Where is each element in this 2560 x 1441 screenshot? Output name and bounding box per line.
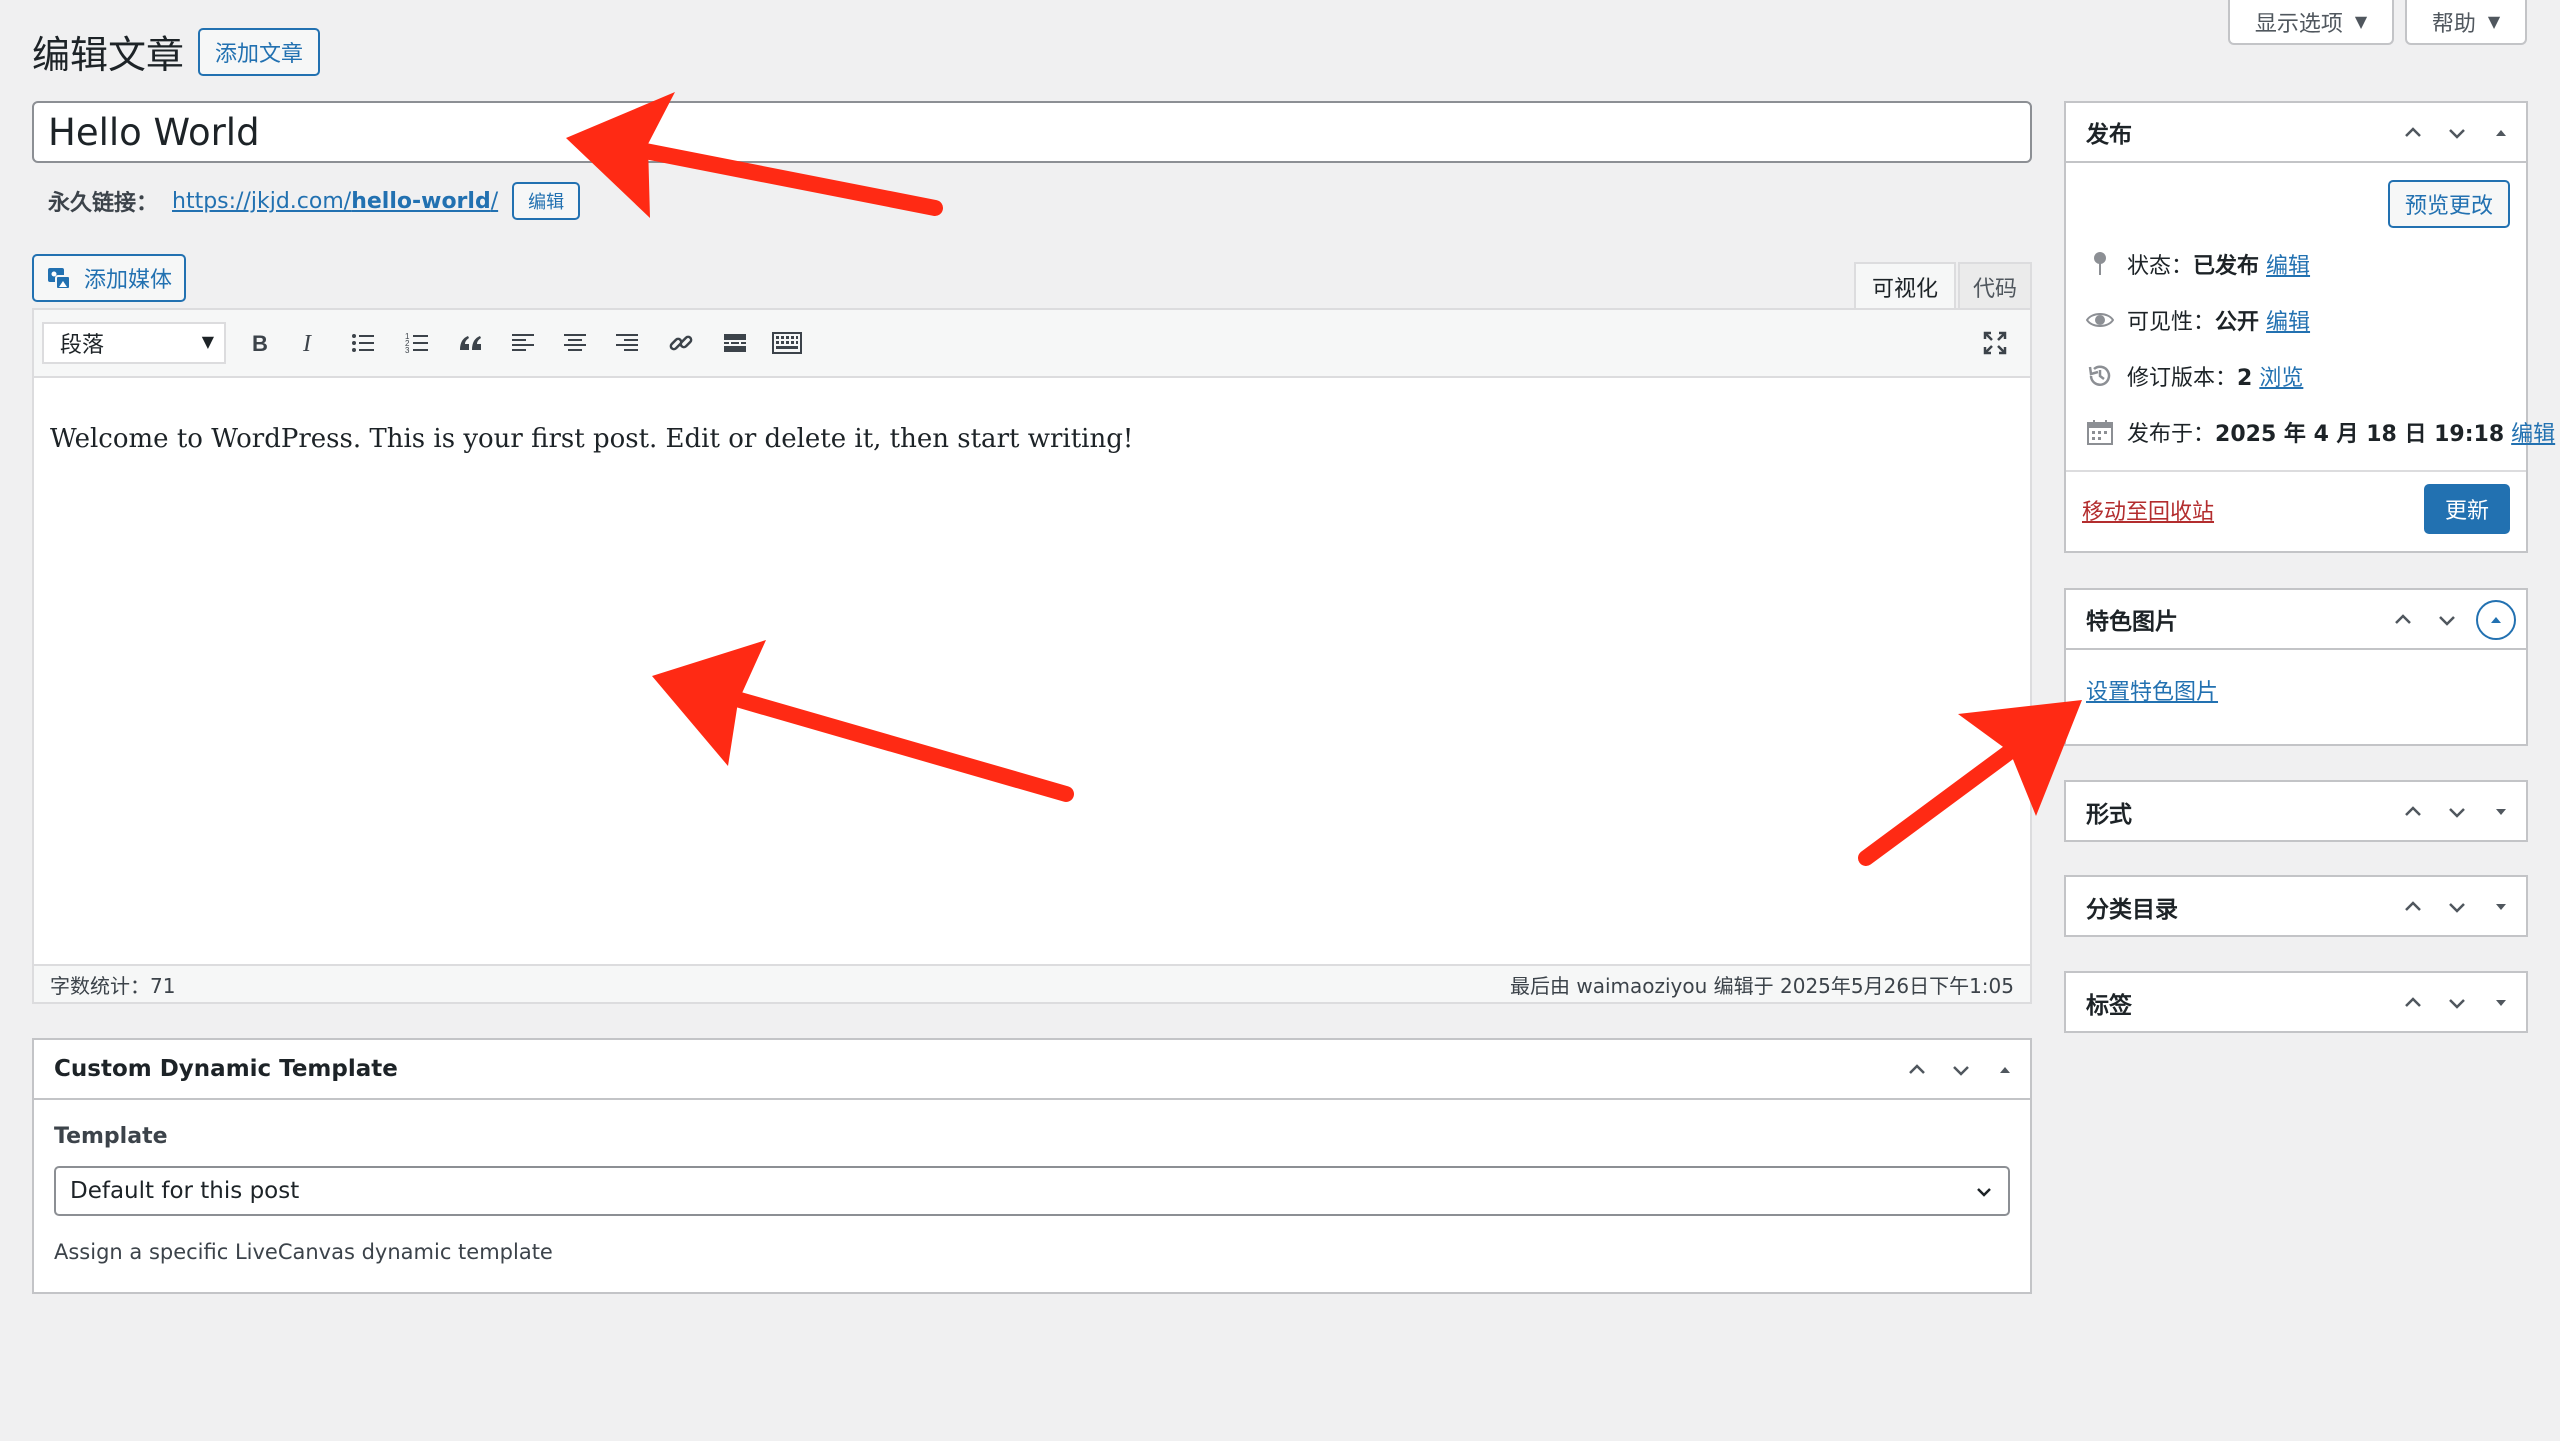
annotation-arrows xyxy=(566,92,2082,866)
annotation-arrow-title xyxy=(566,92,943,218)
annotation-arrow-featured-image xyxy=(1858,700,2082,866)
annotation-arrow-content xyxy=(652,640,1074,802)
